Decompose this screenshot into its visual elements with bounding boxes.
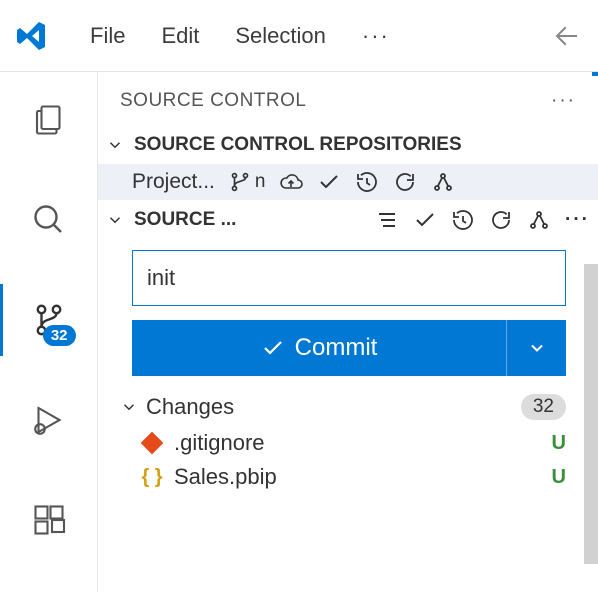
view-tree-icon[interactable] (375, 208, 399, 232)
menu-more-icon[interactable]: ··· (356, 19, 396, 53)
repos-section-header[interactable]: SOURCE CONTROL REPOSITORIES (98, 126, 598, 164)
gitignore-file-icon (140, 431, 164, 455)
source-section-icons: ··· (375, 208, 590, 232)
file-name: .gitignore (174, 430, 265, 456)
body: 32 SOURCE CONTROL ··· SOURCE CONTROL REP… (0, 72, 598, 592)
graph-icon[interactable] (431, 170, 455, 194)
scm-badge: 32 (43, 325, 76, 346)
branch-icon[interactable] (229, 171, 251, 193)
vscode-logo-icon (16, 20, 48, 52)
source-section-label: SOURCE ... (134, 209, 236, 231)
panel-header: SOURCE CONTROL ··· (98, 72, 598, 126)
source-section-header[interactable]: SOURCE ... ··· (98, 200, 598, 240)
activity-extensions[interactable] (0, 484, 98, 556)
refresh-icon[interactable] (393, 170, 417, 194)
cloud-publish-icon[interactable] (279, 170, 303, 194)
changes-count-badge: 32 (521, 394, 566, 420)
repo-row[interactable]: Project... n (98, 164, 598, 200)
changes-label: Changes (146, 394, 234, 420)
activity-run-debug[interactable] (0, 384, 98, 456)
graph-icon[interactable] (527, 208, 551, 232)
panel-title: SOURCE CONTROL (120, 90, 306, 112)
file-row[interactable]: .gitignore U (98, 426, 598, 460)
activity-search[interactable] (0, 184, 98, 256)
file-status-untracked: U (552, 466, 566, 489)
repos-section-label: SOURCE CONTROL REPOSITORIES (134, 134, 462, 156)
menubar: File Edit Selection ··· (0, 0, 598, 72)
commit-area: Commit (98, 240, 598, 386)
source-control-panel: SOURCE CONTROL ··· SOURCE CONTROL REPOSI… (98, 72, 598, 592)
history-icon[interactable] (355, 170, 379, 194)
file-status-untracked: U (552, 432, 566, 455)
chevron-down-icon[interactable] (120, 398, 138, 416)
checkmark-icon[interactable] (317, 170, 341, 194)
branch-hint: n (255, 171, 266, 193)
chevron-down-icon[interactable] (106, 211, 128, 229)
nav-back-icon[interactable] (552, 21, 582, 51)
menu-selection[interactable]: Selection (229, 19, 332, 53)
activity-explorer[interactable] (0, 84, 98, 156)
source-section-more-icon[interactable]: ··· (565, 209, 590, 231)
menu-edit[interactable]: Edit (155, 19, 205, 53)
commit-message-input[interactable] (132, 250, 566, 306)
file-name: Sales.pbip (174, 464, 277, 490)
braces-file-icon: { } (140, 465, 164, 489)
history-icon[interactable] (451, 208, 475, 232)
commit-button-row: Commit (132, 320, 566, 376)
changes-header[interactable]: Changes 32 (98, 386, 598, 426)
checkmark-icon[interactable] (413, 208, 437, 232)
activity-source-control[interactable]: 32 (0, 284, 98, 356)
refresh-icon[interactable] (489, 208, 513, 232)
scrollbar[interactable] (584, 264, 598, 564)
commit-button-label: Commit (295, 334, 378, 362)
commit-dropdown-button[interactable] (506, 320, 566, 376)
file-row[interactable]: { } Sales.pbip U (98, 460, 598, 494)
menu-file[interactable]: File (84, 19, 131, 53)
activity-bar: 32 (0, 72, 98, 592)
commit-button[interactable]: Commit (132, 320, 506, 376)
panel-header-more-icon[interactable]: ··· (551, 90, 576, 112)
repo-name: Project... (132, 170, 215, 194)
chevron-down-icon[interactable] (106, 136, 128, 154)
